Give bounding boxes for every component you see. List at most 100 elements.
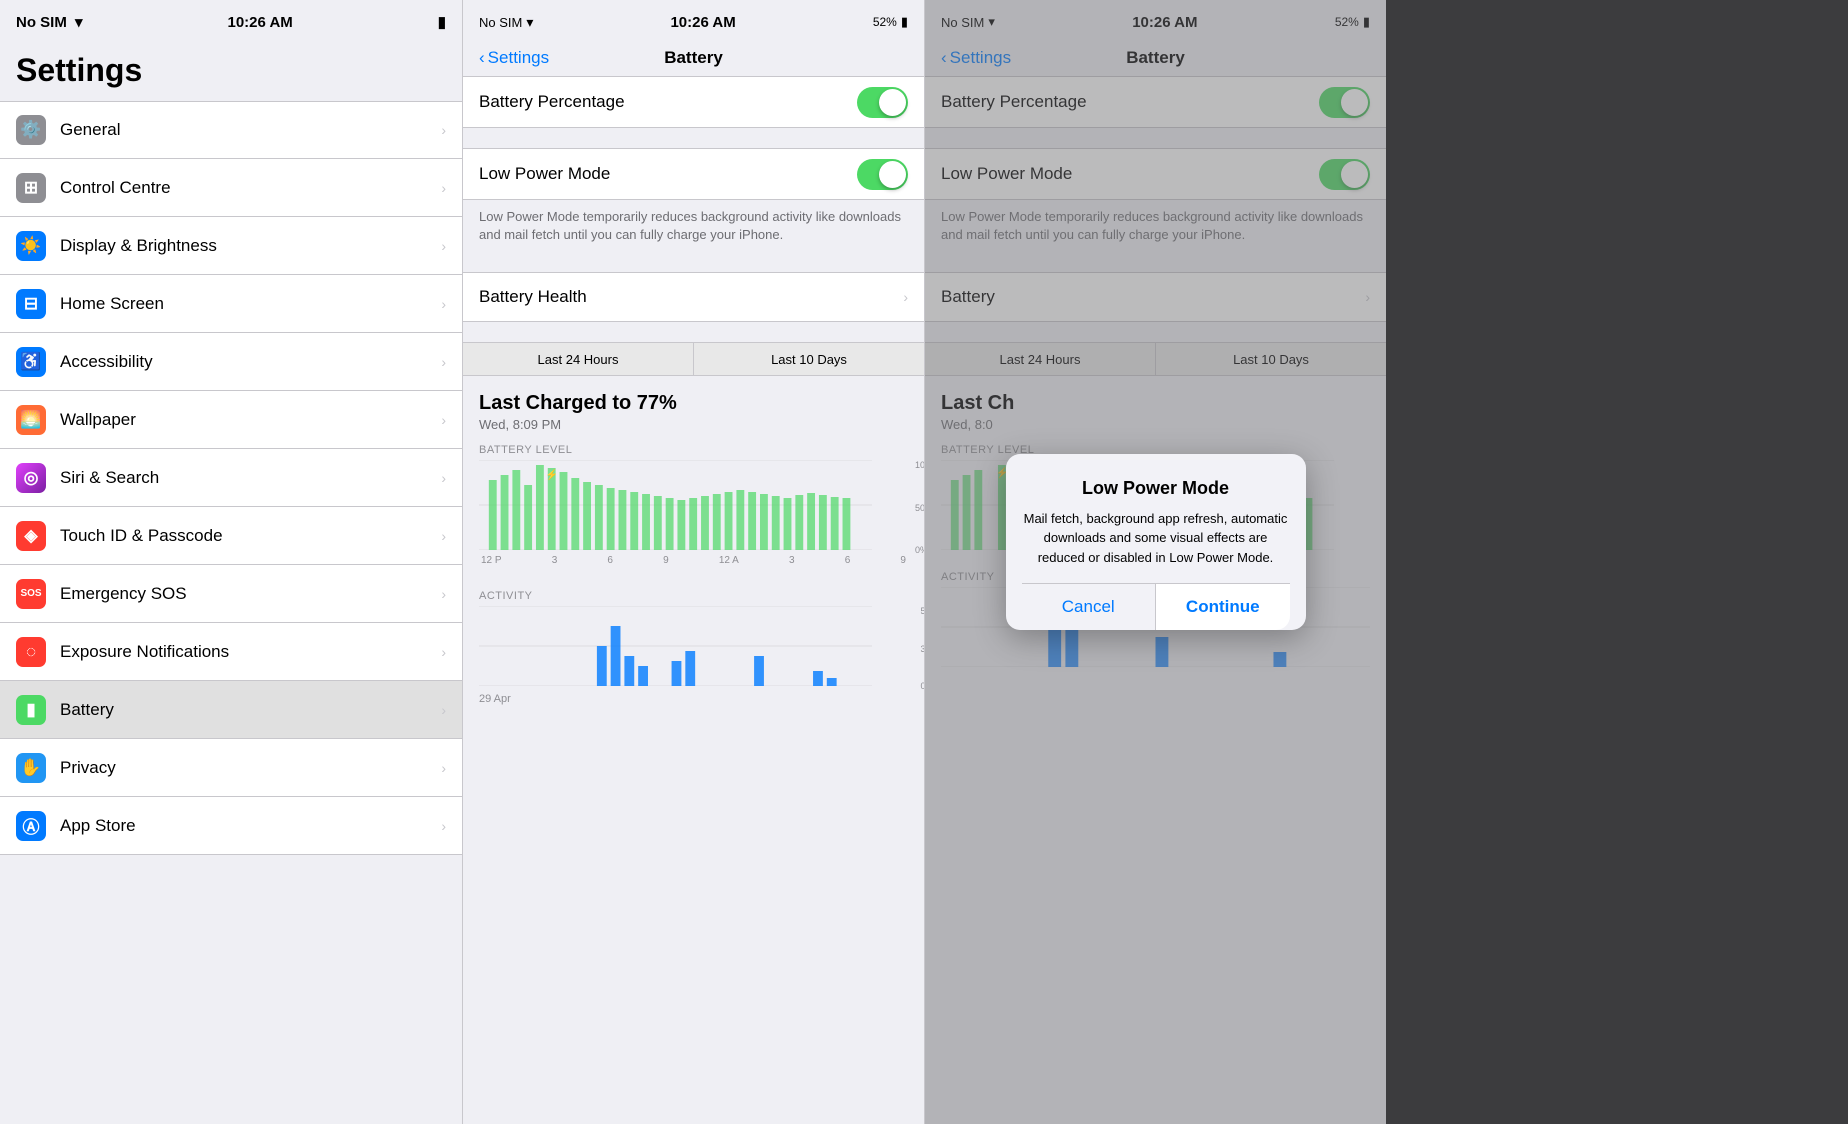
siri-chevron: › [441, 470, 446, 486]
settings-row-homescreen[interactable]: ⊟Home Screen› [0, 275, 462, 333]
display-chevron: › [441, 238, 446, 254]
battery-content-p2: Battery Percentage Low Power Mode Low Po… [463, 76, 924, 1124]
control-centre-icon: ⊞ [16, 173, 46, 203]
battery-percentage-label: Battery Percentage [479, 92, 857, 112]
dialog-cancel-button[interactable]: Cancel [1022, 584, 1157, 630]
emergency-icon: SOS [16, 579, 46, 609]
battery-icon: ▮ [16, 695, 46, 725]
privacy-icon: ✋ [16, 753, 46, 783]
emergency-label: Emergency SOS [60, 584, 435, 604]
low-power-section: Low Power Mode [463, 148, 924, 200]
appstore-label: App Store [60, 816, 435, 836]
charge-title: Last Charged to 77% [479, 392, 908, 415]
battery-status-p1: ▮ [438, 13, 446, 31]
appstore-icon: Ⓐ [16, 811, 46, 841]
battery-health-chevron: › [903, 289, 908, 305]
panel-settings: No SIM ▾ 10:26 AM ▮ Settings ⚙️General›⊞… [0, 0, 462, 1124]
display-label: Display & Brightness [60, 236, 435, 256]
activity-chart-wrapper: 50m 30m 0m [479, 606, 908, 691]
wallpaper-label: Wallpaper [60, 410, 435, 430]
svg-text:⚡: ⚡ [546, 469, 558, 481]
battery-icon-p1: ▮ [438, 14, 446, 31]
settings-row-battery[interactable]: ▮Battery› [0, 681, 462, 739]
siri-icon: ◎ [16, 463, 46, 493]
settings-row-display[interactable]: ☀️ Display & Brightness › [0, 217, 462, 275]
time-p2: 10:26 AM [670, 14, 735, 31]
battery-level-chart-container: BATTERY LEVEL [463, 436, 924, 574]
battery-health-label: Battery Health [479, 287, 897, 307]
low-power-dialog: Low Power Mode Mail fetch, background ap… [1006, 454, 1306, 631]
homescreen-icon: ⊟ [16, 289, 46, 319]
settings-row-siri[interactable]: ◎ Siri & Search › [0, 449, 462, 507]
settings-section-main: ⚙️General›⊞Control Centre› ☀️ Display & Br… [0, 101, 462, 855]
dialog-buttons: Cancel Continue [1022, 583, 1290, 630]
carrier-p2-container: No SIM ▾ [479, 14, 533, 31]
activity-label: ACTIVITY [479, 590, 908, 602]
homescreen-chevron: › [441, 296, 446, 312]
settings-row-appstore[interactable]: Ⓐ App Store › [0, 797, 462, 855]
settings-row-general[interactable]: ⚙️General› [0, 101, 462, 159]
battery-page-title-p2: Battery [664, 48, 723, 68]
touchid-icon: ◈ [16, 521, 46, 551]
wallpaper-chevron: › [441, 412, 446, 428]
settings-row-accessibility[interactable]: ♿ Accessibility › [0, 333, 462, 391]
status-bar-p1: No SIM ▾ 10:26 AM ▮ [0, 0, 462, 44]
battery-y-labels: 100% 50% 0% [915, 460, 924, 555]
settings-row-wallpaper[interactable]: 🌅 Wallpaper › [0, 391, 462, 449]
touchid-label: Touch ID & Passcode [60, 526, 435, 546]
wallpaper-icon: 🌅 [16, 405, 46, 435]
accessibility-label: Accessibility [60, 352, 435, 372]
tab-10d[interactable]: Last 10 Days [694, 343, 924, 375]
battery-percentage-row: Battery Percentage [463, 77, 924, 127]
battery-chevron: › [441, 702, 446, 718]
emergency-chevron: › [441, 586, 446, 602]
charge-subtitle: Wed, 8:09 PM [479, 417, 908, 432]
privacy-label: Privacy [60, 758, 435, 778]
battery-icon-p2: ▮ [901, 14, 908, 30]
battery-level-label: BATTERY LEVEL [479, 444, 908, 456]
general-label: General [60, 120, 435, 140]
tab-24h[interactable]: Last 24 Hours [463, 343, 694, 375]
battery-pct-p2: 52% [873, 15, 897, 29]
battery-chart-wrapper: ⚡ 100% 50% 0% [479, 460, 908, 555]
edge-overflow [1386, 0, 1848, 1124]
panel-battery: No SIM ▾ 10:26 AM 52% ▮ ‹ Settings Batte… [462, 0, 924, 1124]
settings-row-emergency[interactable]: SOS Emergency SOS › [0, 565, 462, 623]
battery-x-labels: 12 P 3 6 9 12 A 3 6 9 [479, 555, 908, 566]
low-power-toggle[interactable] [857, 159, 908, 190]
settings-rows: ⚙️General›⊞Control Centre› ☀️ Display & Br… [0, 101, 462, 855]
low-power-description: Low Power Mode temporarily reduces backg… [463, 200, 924, 252]
charge-info: Last Charged to 77% Wed, 8:09 PM [463, 376, 924, 436]
panel-battery-dialog: No SIM ▾ 10:26 AM 52% ▮ ‹ Settings Batte… [924, 0, 1386, 1124]
activity-chart-container: ACTIVITY 50m [463, 582, 924, 713]
battery-percentage-toggle[interactable] [857, 87, 908, 118]
exposure-label: Exposure Notifications [60, 642, 435, 662]
back-button-p2[interactable]: ‹ Settings [479, 48, 549, 68]
wifi-icon-p1: ▾ [75, 14, 83, 31]
time-range-tabs: Last 24 Hours Last 10 Days [463, 342, 924, 376]
settings-row-privacy[interactable]: ✋ Privacy › [0, 739, 462, 797]
settings-row-control-centre[interactable]: ⊞Control Centre› [0, 159, 462, 217]
carrier-p1: No SIM ▾ [16, 13, 83, 31]
settings-row-exposure[interactable]: ◌Exposure Notifications› [0, 623, 462, 681]
dialog-title: Low Power Mode [1022, 478, 1290, 499]
dialog-body: Mail fetch, background app refresh, auto… [1022, 509, 1290, 568]
accessibility-chevron: › [441, 354, 446, 370]
battery-level-svg: ⚡ [479, 460, 872, 550]
battery-health-row[interactable]: Battery Health › [463, 272, 924, 322]
time-p1: 10:26 AM [227, 14, 292, 31]
dialog-continue-button[interactable]: Continue [1156, 584, 1290, 630]
battery-p2-right: 52% ▮ [873, 14, 908, 30]
siri-label: Siri & Search [60, 468, 435, 488]
privacy-chevron: › [441, 760, 446, 776]
back-chevron-p2: ‹ [479, 48, 485, 68]
carrier-p2: No SIM [479, 15, 522, 30]
settings-row-touchid[interactable]: ◈Touch ID & Passcode› [0, 507, 462, 565]
chart-date-note: 29 Apr [479, 693, 908, 705]
battery-nav-p2: ‹ Settings Battery [463, 44, 924, 76]
exposure-icon: ◌ [16, 637, 46, 667]
display-icon: ☀️ [16, 231, 46, 261]
accessibility-icon: ♿ [16, 347, 46, 377]
low-power-label: Low Power Mode [479, 164, 857, 184]
appstore-chevron: › [441, 818, 446, 834]
